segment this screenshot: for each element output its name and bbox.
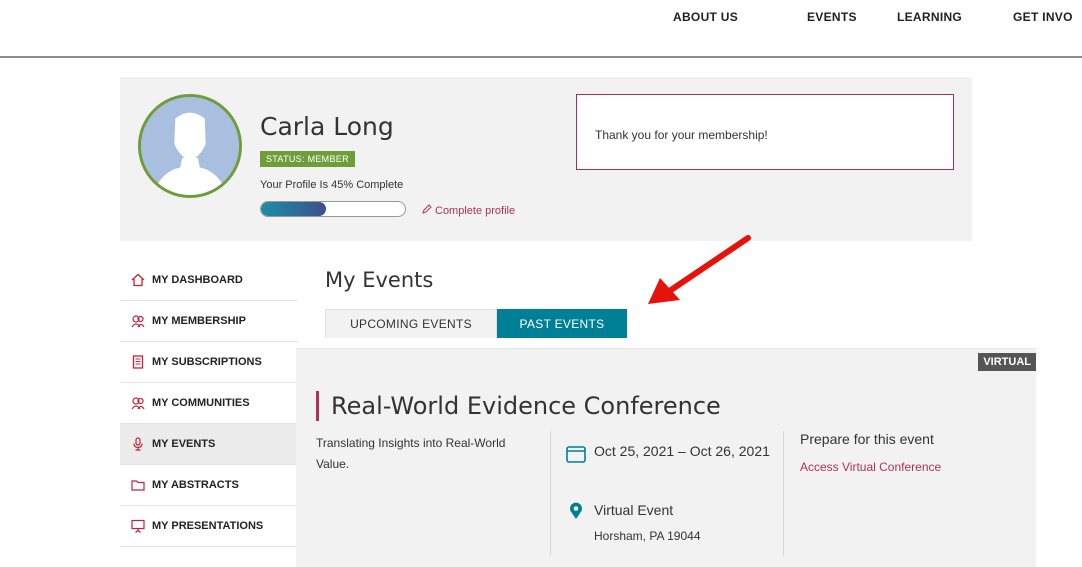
complete-profile-label: Complete profile	[435, 205, 516, 217]
document-icon	[130, 354, 146, 370]
tab-past-events[interactable]: PAST EVENTS	[497, 309, 627, 338]
tab-upcoming-events[interactable]: UPCOMING EVENTS	[325, 309, 497, 338]
sidebar-item-label: MY SUBSCRIPTIONS	[152, 356, 262, 368]
sidebar-item-label: MY MEMBERSHIP	[152, 315, 246, 327]
event-description: Translating Insights into Real-World Val…	[316, 436, 506, 471]
sidebar-item-label: MY COMMUNITIES	[152, 397, 250, 409]
sidebar-item-dashboard[interactable]: MY DASHBOARD	[120, 260, 298, 301]
membership-message: Thank you for your membership!	[595, 128, 768, 142]
red-arrow-annotation	[648, 235, 751, 304]
home-icon	[130, 272, 146, 288]
sidebar-item-label: MY DASHBOARD	[152, 274, 243, 286]
profile-header: Carla Long STATUS: MEMBER Your Profile I…	[120, 77, 972, 241]
microphone-icon	[130, 436, 146, 452]
event-location-address: Horsham, PA 19044	[594, 529, 701, 543]
event-date-row: Oct 25, 2021 – Oct 26, 2021	[566, 443, 774, 463]
virtual-badge: VIRTUAL	[978, 353, 1036, 371]
profile-name: Carla Long	[260, 112, 394, 141]
top-navigation: ABOUT US EVENTS LEARNING GET INVO	[0, 0, 1082, 58]
column-divider	[550, 431, 551, 556]
access-virtual-conference-link[interactable]: Access Virtual Conference	[800, 460, 941, 474]
sidebar-item-presentations[interactable]: MY PRESENTATIONS	[120, 506, 298, 547]
location-pin-icon	[570, 502, 582, 519]
event-card: VIRTUAL Real-World Evidence Conference T…	[296, 348, 1036, 567]
progress-fill	[261, 202, 326, 216]
column-divider	[783, 431, 784, 556]
prepare-heading: Prepare for this event	[800, 431, 934, 447]
event-title[interactable]: Real-World Evidence Conference	[316, 391, 721, 421]
sidebar-item-communities[interactable]: MY COMMUNITIES	[120, 383, 298, 424]
nav-events[interactable]: EVENTS	[807, 10, 857, 24]
folder-icon	[130, 477, 146, 493]
sidebar-item-label: MY PRESENTATIONS	[152, 520, 264, 532]
nav-get-involved[interactable]: GET INVO	[1013, 10, 1073, 24]
sidebar-item-events[interactable]: MY EVENTS	[120, 424, 298, 465]
sidebar-item-abstracts[interactable]: MY ABSTRACTS	[120, 465, 298, 506]
presentation-icon	[130, 518, 146, 534]
sidebar-item-label: MY ABSTRACTS	[152, 479, 239, 491]
profile-completion-text: Your Profile Is 45% Complete	[260, 179, 404, 191]
sidebar-item-membership[interactable]: MY MEMBERSHIP	[120, 301, 298, 342]
user-silhouette-icon	[141, 97, 239, 195]
membership-message-box: Thank you for your membership!	[576, 94, 954, 170]
event-location-name: Virtual Event	[594, 502, 674, 518]
members-icon	[130, 395, 146, 411]
complete-profile-link[interactable]: Complete profile	[422, 204, 515, 217]
status-badge: STATUS: MEMBER	[260, 151, 355, 167]
avatar	[138, 94, 242, 198]
sidebar-item-subscriptions[interactable]: MY SUBSCRIPTIONS	[120, 342, 298, 383]
profile-progress-bar	[260, 201, 406, 217]
members-icon	[130, 313, 146, 329]
account-sidebar: MY DASHBOARD MY MEMBERSHIP MY SUBSCRIPTI…	[120, 260, 298, 547]
sidebar-item-label: MY EVENTS	[152, 438, 216, 450]
nav-learning[interactable]: LEARNING	[897, 10, 962, 24]
page-title: My Events	[325, 268, 434, 292]
event-location-row: Virtual Event Horsham, PA 19044	[566, 502, 701, 543]
pencil-icon	[422, 204, 432, 217]
event-dates: Oct 25, 2021 – Oct 26, 2021	[594, 443, 770, 459]
nav-about-us[interactable]: ABOUT US	[673, 10, 738, 24]
calendar-icon	[566, 446, 586, 463]
